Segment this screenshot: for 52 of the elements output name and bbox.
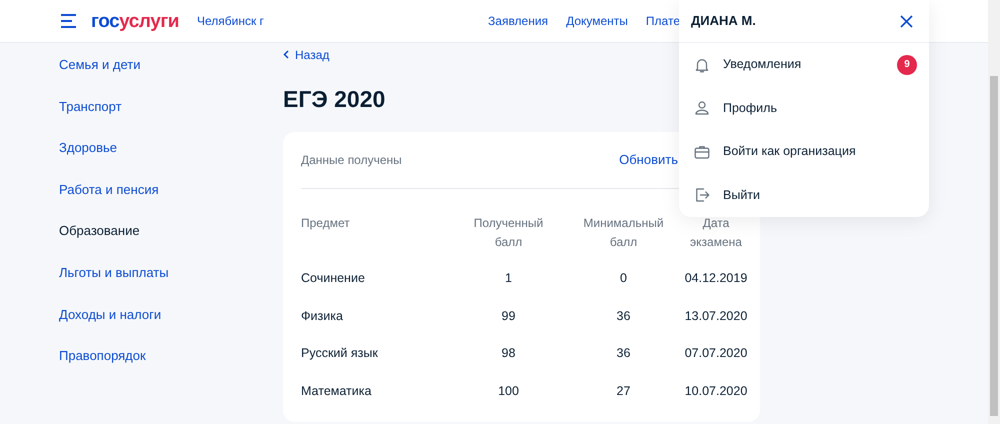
sidebar-item[interactable]: Здоровье	[59, 138, 283, 180]
sidebar-item[interactable]: Доходы и налоги	[59, 304, 283, 346]
menu-item-label: Профиль	[723, 100, 777, 117]
sidebar-item[interactable]: Транспорт	[59, 96, 283, 138]
table-cell-text: Русский язык	[301, 345, 378, 362]
page-title: ЕГЭ 2020	[283, 85, 386, 114]
person-icon	[693, 99, 711, 118]
table-cell-text: 13.07.2020	[684, 308, 748, 325]
table-cell-text: 27	[616, 382, 630, 400]
table-cell-text: 1	[505, 270, 512, 288]
sidebar-item[interactable]: Льготы и выплаты	[59, 262, 283, 305]
status-text: Данные получены	[301, 152, 402, 169]
back-link[interactable]: Назад	[283, 46, 330, 64]
sidebar-item[interactable]: Правопорядок	[59, 346, 283, 388]
table-cell-text: 98	[502, 345, 516, 362]
table-cell-text: 04.12.2019	[684, 270, 748, 288]
table-cell-text: Сочинение	[301, 270, 365, 288]
sidebar-item[interactable]: Семья и дети	[59, 55, 283, 97]
sidebar-item[interactable]: Работа и пенсия	[59, 180, 283, 222]
menu-icon[interactable]	[60, 14, 77, 28]
menu-item[interactable]: Выйти	[679, 174, 929, 217]
menu-item-label: Войти как организация	[723, 143, 856, 160]
city-link[interactable]: Челябинск г	[196, 12, 264, 30]
table-cell-text: 99	[502, 308, 516, 325]
column-header: Предмет	[301, 215, 351, 232]
nav-link[interactable]: Документы	[566, 12, 628, 30]
menu-item[interactable]: Профиль	[679, 86, 929, 130]
column-header: Дата экзамена	[689, 215, 743, 251]
notification-badge: 9	[897, 54, 917, 75]
menu-item-label: Выйти	[723, 186, 760, 204]
column-header: Минимальный балл	[582, 215, 665, 251]
user-name: ДИАНА М.	[691, 12, 756, 30]
menu-item[interactable]: Уведомления 9	[679, 43, 929, 86]
table-cell-text: 10.07.2020	[684, 382, 748, 400]
column-header: Полученный балл	[472, 215, 544, 251]
logo[interactable]: госуслуги	[91, 12, 179, 30]
nav-link[interactable]: Плате	[646, 12, 680, 30]
table-cell-text: 100	[498, 382, 519, 400]
table-cell-text: Физика	[301, 308, 343, 325]
close-icon[interactable]	[900, 14, 913, 28]
refresh-link[interactable]: Обновить	[619, 150, 678, 170]
table-cell-text: 36	[616, 345, 630, 362]
menu-item[interactable]: Войти как организация	[679, 130, 929, 174]
exit-icon	[693, 186, 711, 204]
chevron-left-icon	[283, 50, 289, 59]
table-cell-text: 0	[620, 270, 627, 288]
nav-link[interactable]: Заявления	[488, 12, 548, 30]
table-cell-text: Математика	[301, 382, 372, 400]
menu-item-label: Уведомления	[723, 56, 802, 74]
table-cell-text: 07.07.2020	[684, 345, 748, 362]
sidebar-item[interactable]: Образование	[59, 221, 283, 263]
table-cell-text: 36	[616, 308, 630, 325]
